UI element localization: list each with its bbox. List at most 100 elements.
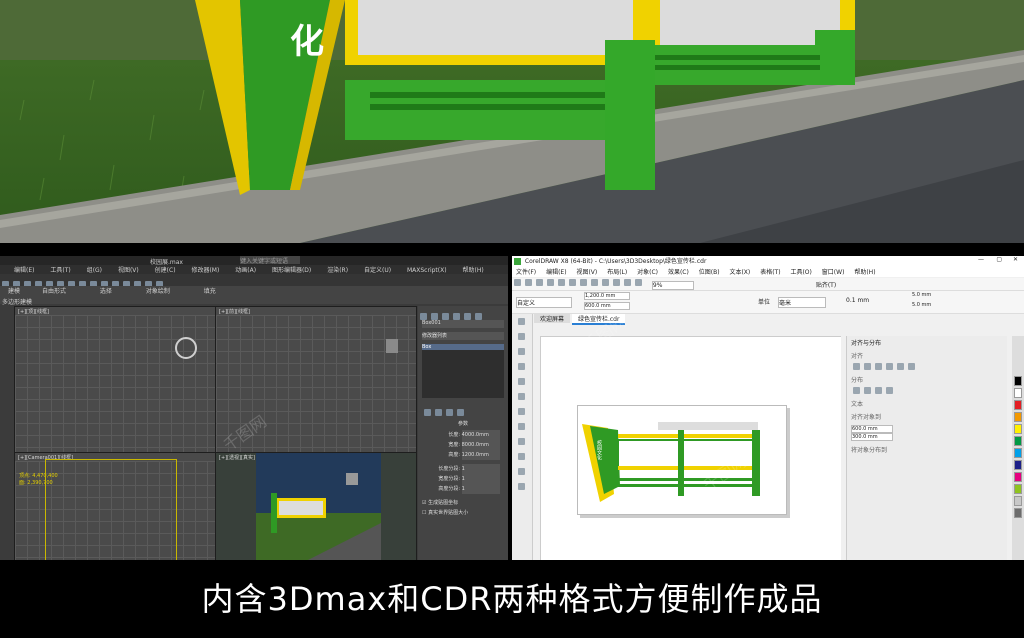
save-icon[interactable]: [536, 279, 543, 286]
text-tool-icon[interactable]: [518, 453, 525, 460]
max-menu-1[interactable]: 工具(T): [50, 267, 70, 274]
distribute-center-icon[interactable]: [864, 387, 871, 394]
cdr-menu-10[interactable]: 窗口(W): [822, 269, 845, 276]
palette-swatch[interactable]: [1014, 484, 1022, 494]
palette-swatch[interactable]: [1014, 436, 1022, 446]
page-width-field[interactable]: 1,200.0 mm: [584, 292, 630, 300]
palette-swatch[interactable]: [1014, 472, 1022, 482]
param-field[interactable]: 1200.0mm: [461, 450, 500, 460]
freehand-tool-icon[interactable]: [518, 378, 525, 385]
tab-welcome[interactable]: 欢迎屏幕: [534, 314, 571, 323]
palette-swatch[interactable]: [1014, 460, 1022, 470]
ribbon-tab-0[interactable]: 建模: [8, 288, 20, 295]
polygon-tool-icon[interactable]: [518, 438, 525, 445]
pick-tool-icon[interactable]: [518, 318, 525, 325]
max-menu-10[interactable]: MAXScript(X): [407, 267, 447, 274]
palette-swatch[interactable]: [1014, 508, 1022, 518]
cut-icon[interactable]: [558, 279, 565, 286]
param-field[interactable]: 1: [461, 484, 500, 494]
dup-x-field[interactable]: 5.0 mm: [912, 292, 948, 298]
pos-y-field[interactable]: 300.0 mm: [851, 433, 893, 441]
unit-select[interactable]: 毫米: [778, 297, 826, 308]
palette-swatch[interactable]: [1014, 424, 1022, 434]
cdr-menu-5[interactable]: 效果(C): [668, 269, 689, 276]
max-menu-6[interactable]: 动画(A): [235, 267, 256, 274]
unique-icon[interactable]: [446, 409, 453, 416]
display-icon[interactable]: [464, 313, 471, 320]
redo-icon[interactable]: [602, 279, 609, 286]
palette-swatch[interactable]: [1014, 448, 1022, 458]
copy-icon[interactable]: [569, 279, 576, 286]
pos-x-field[interactable]: 600.0 mm: [851, 425, 893, 433]
align-center-icon[interactable]: [864, 363, 871, 370]
cdr-menu-4[interactable]: 对象(C): [637, 269, 658, 276]
ribbon-tab-3[interactable]: 对象绘制: [146, 288, 170, 295]
cdr-menu-3[interactable]: 布局(L): [607, 269, 627, 276]
show-end-icon[interactable]: [435, 409, 442, 416]
undo-icon[interactable]: [591, 279, 598, 286]
new-icon[interactable]: [514, 279, 521, 286]
stack-item-box[interactable]: Box: [422, 344, 504, 350]
search-icon[interactable]: [613, 279, 620, 286]
shape-tool-icon[interactable]: [518, 333, 525, 340]
max-menu-7[interactable]: 图形编辑器(D): [272, 267, 311, 274]
param-field[interactable]: 1: [461, 464, 500, 474]
cdr-menu-9[interactable]: 工具(O): [790, 269, 811, 276]
max-menu-2[interactable]: 组(G): [87, 267, 102, 274]
connector-tool-icon[interactable]: [518, 468, 525, 475]
smart-fill-icon[interactable]: [518, 393, 525, 400]
palette-swatch[interactable]: [1014, 388, 1022, 398]
palette-swatch[interactable]: [1014, 400, 1022, 410]
cdr-menu-8[interactable]: 表格(T): [760, 269, 780, 276]
object-name-field[interactable]: Box001: [422, 320, 504, 328]
max-menu-3[interactable]: 视图(V): [118, 267, 139, 274]
distribute-left-icon[interactable]: [853, 387, 860, 394]
align-right-icon[interactable]: [875, 363, 882, 370]
dup-y-field[interactable]: 5.0 mm: [912, 302, 948, 308]
zoom-tool-icon[interactable]: [518, 363, 525, 370]
modifier-list[interactable]: 修改器列表: [422, 332, 504, 340]
checkbox-realworld[interactable]: ☐ 真实世界贴图大小: [422, 508, 504, 518]
distribute-space-icon[interactable]: [886, 387, 893, 394]
param-field[interactable]: 4000.0mm: [461, 430, 500, 440]
eyedropper-icon[interactable]: [518, 483, 525, 490]
distribute-right-icon[interactable]: [875, 387, 882, 394]
align-top-icon[interactable]: [886, 363, 893, 370]
paste-icon[interactable]: [580, 279, 587, 286]
param-field[interactable]: 8000.0mm: [461, 440, 500, 450]
max-menu-5[interactable]: 修改器(M): [191, 267, 219, 274]
palette-swatch[interactable]: [1014, 412, 1022, 422]
crop-tool-icon[interactable]: [518, 348, 525, 355]
ribbon-tab-2[interactable]: 选择: [100, 288, 112, 295]
minimize-icon[interactable]: —: [978, 256, 984, 263]
remove-modifier-icon[interactable]: [457, 409, 464, 416]
max-menu-4[interactable]: 创建(C): [155, 267, 176, 274]
nudge-field[interactable]: 0.1 mm: [846, 297, 886, 304]
viewport-perspective[interactable]: [+][透视][真实]: [215, 452, 417, 560]
align-bottom-icon[interactable]: [908, 363, 915, 370]
cdr-menu-1[interactable]: 编辑(E): [546, 269, 566, 276]
max-menu-11[interactable]: 帮助(H): [463, 267, 484, 274]
page-height-field[interactable]: 600.0 mm: [584, 302, 630, 310]
close-icon[interactable]: ✕: [1013, 256, 1018, 263]
open-icon[interactable]: [525, 279, 532, 286]
param-field[interactable]: 1: [461, 474, 500, 484]
modifier-stack[interactable]: Box: [422, 344, 504, 398]
rectangle-tool-icon[interactable]: [518, 408, 525, 415]
palette-swatch[interactable]: [1014, 376, 1022, 386]
snap-menu[interactable]: 贴齐(T): [816, 282, 836, 289]
ellipse-tool-icon[interactable]: [518, 423, 525, 430]
zoom-select[interactable]: 9%: [651, 281, 694, 290]
max-menu-0[interactable]: 编辑(E): [14, 267, 34, 274]
viewport-top[interactable]: [+][顶][线框]: [14, 306, 216, 453]
cdr-menu-11[interactable]: 帮助(H): [854, 269, 875, 276]
palette-swatch[interactable]: [1014, 496, 1022, 506]
create-icon[interactable]: [420, 313, 427, 320]
utilities-icon[interactable]: [475, 313, 482, 320]
max-menu-8[interactable]: 渲染(R): [327, 267, 348, 274]
import-icon[interactable]: [624, 279, 631, 286]
viewport-camera[interactable]: [+][Camera001][线框] 顶点: 4,470,400 面: 2,39…: [14, 452, 216, 560]
cdr-canvas[interactable]: 校园文化: [540, 336, 841, 560]
cdr-menu-2[interactable]: 视图(V): [576, 269, 597, 276]
cdr-menu-7[interactable]: 文本(X): [729, 269, 750, 276]
